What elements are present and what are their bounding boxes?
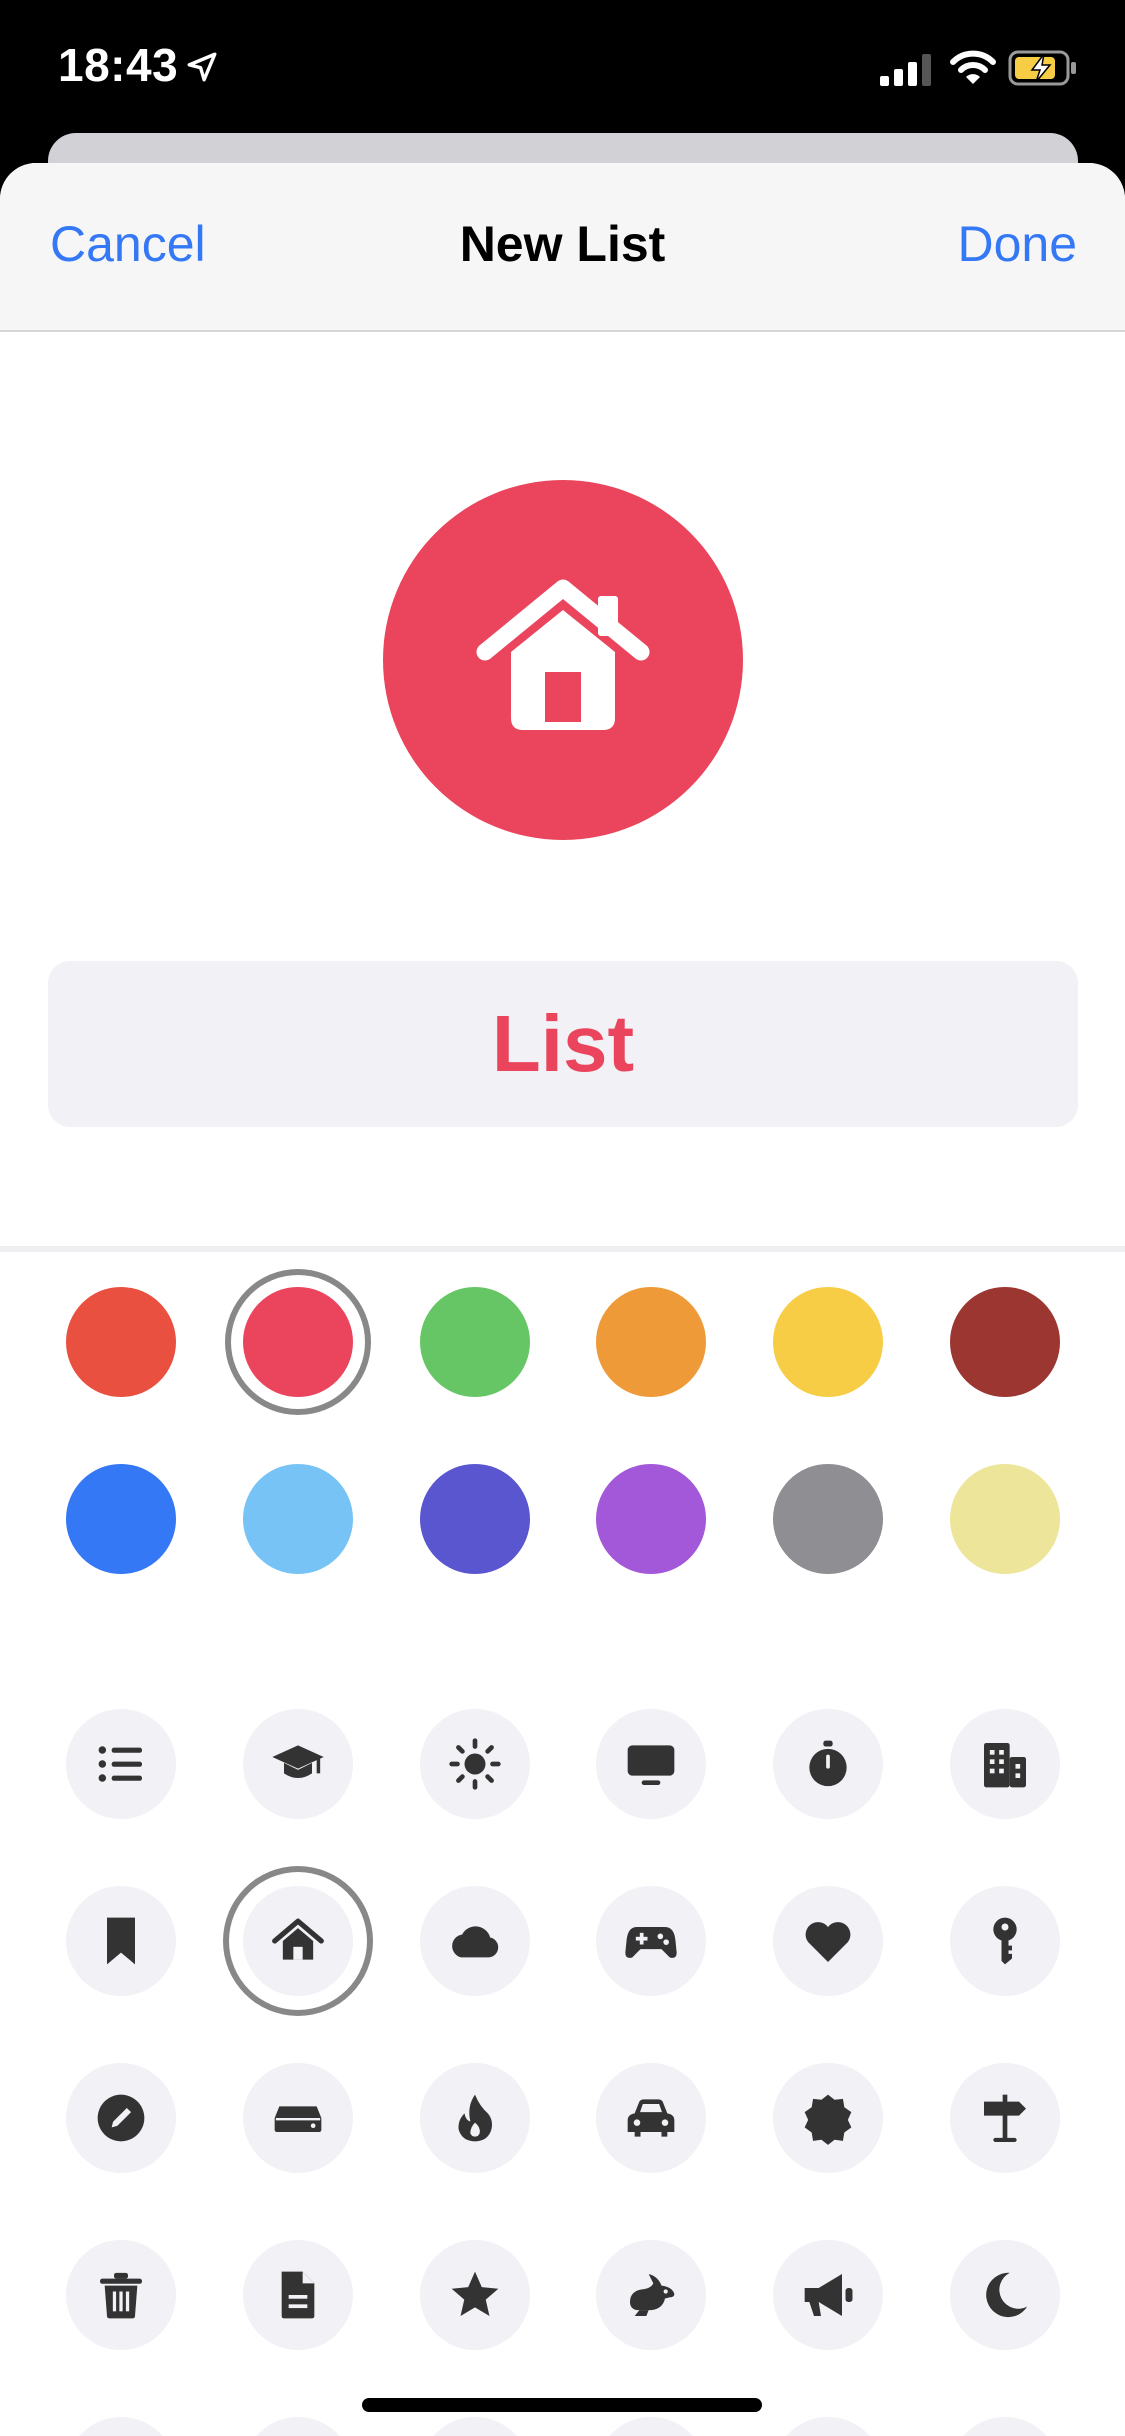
color-swatch[interactable]: [420, 1464, 530, 1574]
icon-option-car[interactable]: [596, 2063, 706, 2173]
house-icon: [476, 579, 650, 730]
gamepad-icon: [625, 1927, 677, 1958]
timer-icon: [809, 1740, 847, 1787]
navigation-bar: Cancel New List Done: [0, 163, 1125, 332]
drive-icon: [274, 2106, 322, 2132]
icon-option-flag[interactable]: [596, 2417, 706, 2436]
trash-icon: [100, 2272, 142, 2319]
icon-option-moon[interactable]: [950, 2240, 1060, 2350]
house-icon: [272, 1918, 324, 1960]
icon-option-building[interactable]: [950, 1709, 1060, 1819]
icon-option-tools[interactable]: [773, 2417, 883, 2436]
color-swatch[interactable]: [773, 1287, 883, 1397]
icon-option-timer[interactable]: [773, 1709, 883, 1819]
icon-option-pencil[interactable]: [66, 2063, 176, 2173]
icon-option-flame[interactable]: [420, 2063, 530, 2173]
icon-option-star[interactable]: [420, 2240, 530, 2350]
list-icon: [98, 1746, 142, 1782]
megaphone-icon: [804, 2274, 853, 2316]
icon-option-drive[interactable]: [243, 2063, 353, 2173]
color-swatch[interactable]: [950, 1464, 1060, 1574]
status-bar: 18:43: [0, 0, 1125, 135]
heart-icon: [805, 1922, 851, 1962]
pencil-icon: [97, 2094, 145, 2142]
icon-option-megaphone[interactable]: [773, 2240, 883, 2350]
list-icon-preview: [383, 480, 743, 840]
battery-charging-icon: [1008, 50, 1076, 86]
icon-option-signpost[interactable]: [950, 2063, 1060, 2173]
color-swatch[interactable]: [596, 1464, 706, 1574]
icon-option-bell[interactable]: [420, 2417, 530, 2436]
icon-option-tv[interactable]: [596, 1709, 706, 1819]
icon-option-key[interactable]: [950, 1886, 1060, 1996]
icon-option-graduation-cap[interactable]: [243, 1709, 353, 1819]
bookmark-icon: [107, 1917, 135, 1965]
cloud-icon: [452, 1926, 499, 1958]
color-swatch[interactable]: [243, 1287, 353, 1397]
icon-option-cloud[interactable]: [420, 1886, 530, 1996]
color-swatch[interactable]: [66, 1287, 176, 1397]
color-swatch[interactable]: [243, 1464, 353, 1574]
cellular-signal-icon: [880, 54, 931, 86]
color-swatch[interactable]: [773, 1464, 883, 1574]
badge-icon: [804, 2094, 852, 2145]
color-swatch[interactable]: [420, 1287, 530, 1397]
icon-option-paperplane[interactable]: [66, 2417, 176, 2436]
icon-option-cloud-rain[interactable]: [950, 2417, 1060, 2436]
icon-option-badge[interactable]: [773, 2063, 883, 2173]
icon-option-gamepad[interactable]: [596, 1886, 706, 1996]
wifi-icon: [950, 50, 996, 84]
sun-icon: [449, 1738, 501, 1790]
icon-option-hare[interactable]: [596, 2240, 706, 2350]
status-time: 18:43: [58, 39, 179, 91]
divider: [0, 1246, 1125, 1252]
icon-option-bookmark[interactable]: [66, 1886, 176, 1996]
icon-option-heart[interactable]: [773, 1886, 883, 1996]
icon-option-sun[interactable]: [420, 1709, 530, 1819]
new-list-sheet: Cancel New List Done List: [0, 163, 1125, 2436]
color-swatch[interactable]: [596, 1287, 706, 1397]
key-icon: [993, 1917, 1017, 1965]
list-name-input[interactable]: List: [48, 961, 1078, 1127]
icon-option-house[interactable]: [243, 1886, 353, 1996]
signpost-icon: [984, 2094, 1026, 2143]
document-icon: [281, 2271, 315, 2319]
home-indicator: [362, 2398, 762, 2412]
location-arrow-icon: [187, 52, 217, 82]
tv-icon: [627, 1745, 675, 1785]
done-button[interactable]: Done: [957, 215, 1077, 273]
building-icon: [984, 1743, 1026, 1788]
icon-option-document[interactable]: [243, 2240, 353, 2350]
flame-icon: [458, 2094, 492, 2142]
car-icon: [627, 2099, 675, 2137]
moon-icon: [986, 2272, 1028, 2318]
star-icon: [451, 2271, 499, 2316]
icon-option-list[interactable]: [66, 1709, 176, 1819]
icon-option-trash[interactable]: [66, 2240, 176, 2350]
graduation-cap-icon: [272, 1745, 324, 1778]
icon-option-tray[interactable]: [243, 2417, 353, 2436]
color-swatch[interactable]: [66, 1464, 176, 1574]
hare-icon: [630, 2274, 675, 2316]
color-swatch[interactable]: [950, 1287, 1060, 1397]
page-title: New List: [459, 216, 666, 272]
